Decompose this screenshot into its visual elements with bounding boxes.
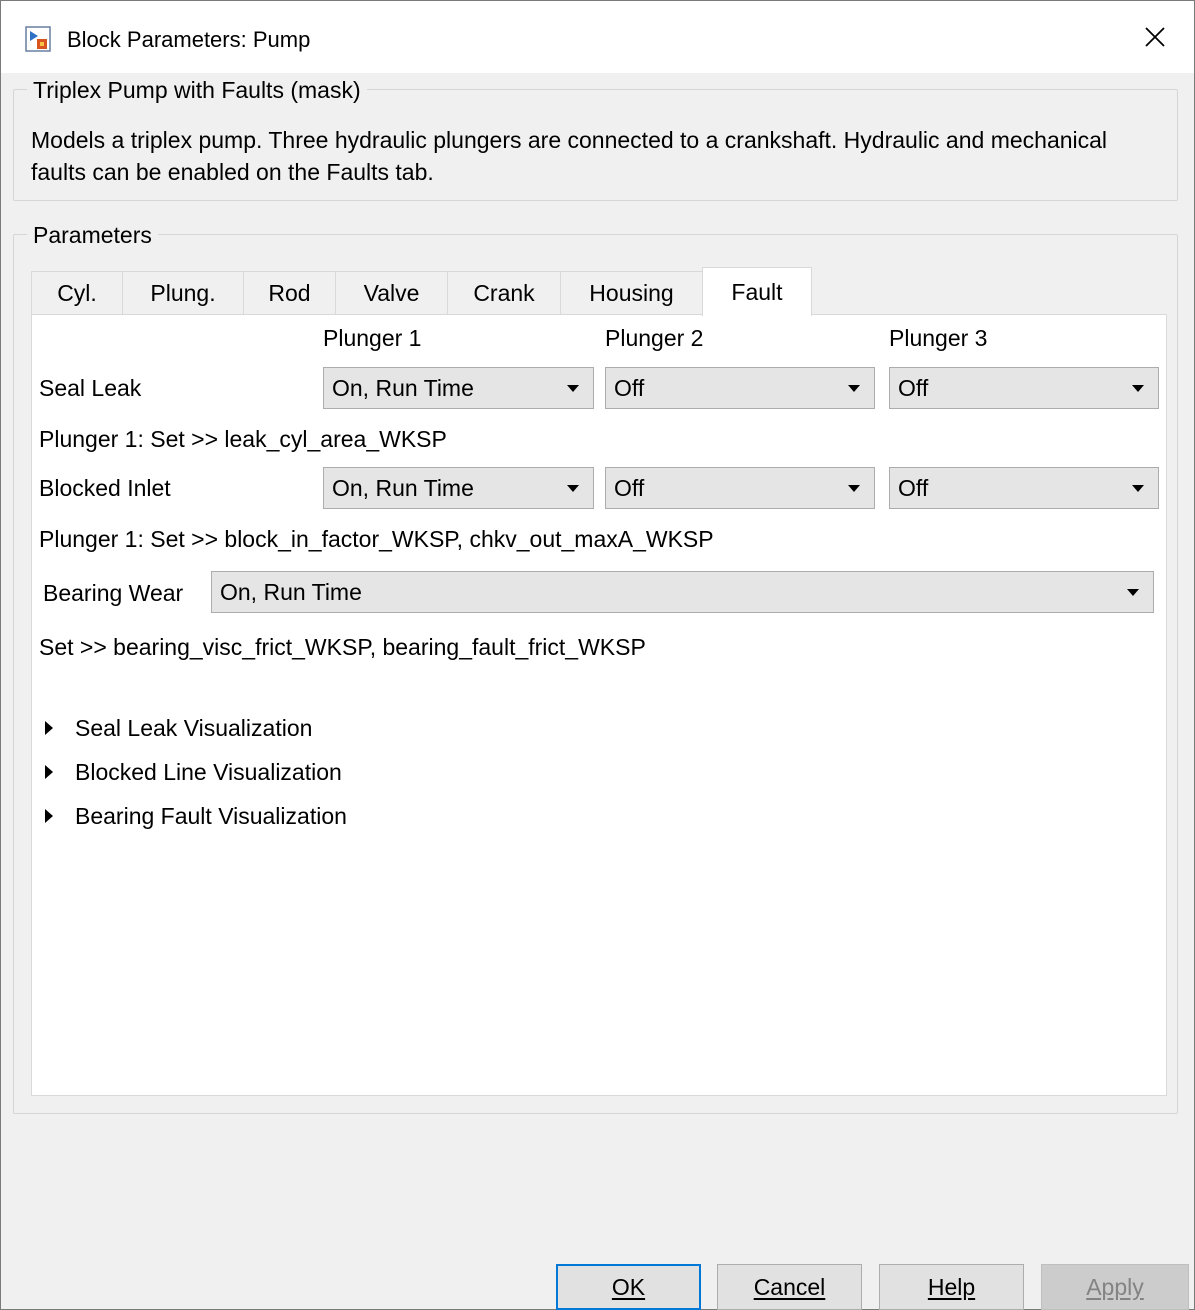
simulink-block-icon (25, 26, 51, 52)
seal-leak-label: Seal Leak (39, 375, 142, 401)
selected-value: On, Run Time (332, 475, 474, 501)
seal-leak-visualization-section[interactable]: Seal Leak Visualization (41, 713, 361, 743)
selected-value: On, Run Time (220, 579, 362, 605)
tab-label: Cyl. (57, 280, 97, 306)
chevron-down-icon (1132, 485, 1144, 492)
tab-rod[interactable]: Rod (243, 271, 336, 315)
tab-crank[interactable]: Crank (447, 271, 561, 315)
close-icon (1145, 27, 1165, 47)
tab-cyl[interactable]: Cyl. (31, 271, 123, 315)
blocked-inlet-note: Plunger 1: Set >> block_in_factor_WKSP, … (39, 526, 714, 552)
help-button[interactable]: Help (879, 1264, 1024, 1310)
tab-valve[interactable]: Valve (335, 271, 448, 315)
ok-button[interactable]: OK (556, 1264, 701, 1310)
chevron-down-icon (567, 485, 579, 492)
seal-leak-plunger-1-select[interactable]: On, Run Time (323, 367, 594, 409)
expand-arrow-icon (45, 809, 53, 823)
bearing-wear-note: Set >> bearing_visc_frict_WKSP, bearing_… (39, 634, 646, 660)
chevron-down-icon (567, 385, 579, 392)
seal-leak-plunger-3-select[interactable]: Off (889, 367, 1159, 409)
selected-value: Off (898, 475, 929, 501)
expand-arrow-icon (45, 765, 53, 779)
mask-group-title: Triplex Pump with Faults (mask) (27, 76, 367, 104)
window-title: Block Parameters: Pump (67, 27, 311, 52)
blocked-line-visualization-section[interactable]: Blocked Line Visualization (41, 757, 381, 787)
tab-label: Crank (473, 280, 535, 306)
seal-leak-note: Plunger 1: Set >> leak_cyl_area_WKSP (39, 426, 447, 452)
tab-label: Housing (589, 280, 674, 306)
chevron-down-icon (848, 385, 860, 392)
tab-fault[interactable]: Fault (702, 267, 812, 316)
cancel-button-label: Cancel (753, 1273, 826, 1300)
chevron-down-icon (1127, 589, 1139, 596)
blocked-inlet-label: Blocked Inlet (39, 475, 171, 501)
selected-value: Off (614, 475, 645, 501)
section-label: Seal Leak Visualization (75, 715, 313, 741)
tab-label: Plung. (150, 280, 216, 306)
selected-value: Off (898, 375, 929, 401)
selected-value: Off (614, 375, 645, 401)
chevron-down-icon (1132, 385, 1144, 392)
section-label: Bearing Fault Visualization (75, 803, 347, 829)
apply-button[interactable]: Apply (1041, 1264, 1189, 1310)
bearing-wear-select[interactable]: On, Run Time (211, 571, 1154, 613)
expand-arrow-icon (45, 721, 53, 735)
close-button[interactable] (1131, 15, 1179, 59)
blocked-inlet-plunger-3-select[interactable]: Off (889, 467, 1159, 509)
tab-housing[interactable]: Housing (560, 271, 703, 315)
tab-plung[interactable]: Plung. (122, 271, 244, 315)
selected-value: On, Run Time (332, 375, 474, 401)
plunger-2-header: Plunger 2 (605, 325, 704, 351)
apply-button-label: Apply (1086, 1273, 1144, 1300)
tab-label: Rod (268, 280, 311, 306)
help-button-label: Help (927, 1273, 976, 1300)
seal-leak-plunger-2-select[interactable]: Off (605, 367, 875, 409)
mask-description: Models a triplex pump. Three hydraulic p… (31, 127, 1108, 185)
cancel-button[interactable]: Cancel (717, 1264, 862, 1310)
chevron-down-icon (848, 485, 860, 492)
parameters-group-title: Parameters (27, 221, 158, 249)
ok-button-label: OK (611, 1273, 646, 1300)
tab-label: Valve (363, 280, 420, 306)
bearing-wear-label: Bearing Wear (43, 580, 184, 606)
tab-label: Fault (731, 278, 783, 305)
bearing-fault-visualization-section[interactable]: Bearing Fault Visualization (41, 801, 391, 831)
section-label: Blocked Line Visualization (75, 759, 342, 785)
blocked-inlet-plunger-1-select[interactable]: On, Run Time (323, 467, 594, 509)
blocked-inlet-plunger-2-select[interactable]: Off (605, 467, 875, 509)
title-bar: Block Parameters: Pump (1, 1, 1194, 73)
block-parameters-dialog: Block Parameters: Pump Triplex Pump with… (0, 0, 1195, 1310)
plunger-3-header: Plunger 3 (889, 325, 988, 351)
plunger-1-header: Plunger 1 (323, 325, 422, 351)
